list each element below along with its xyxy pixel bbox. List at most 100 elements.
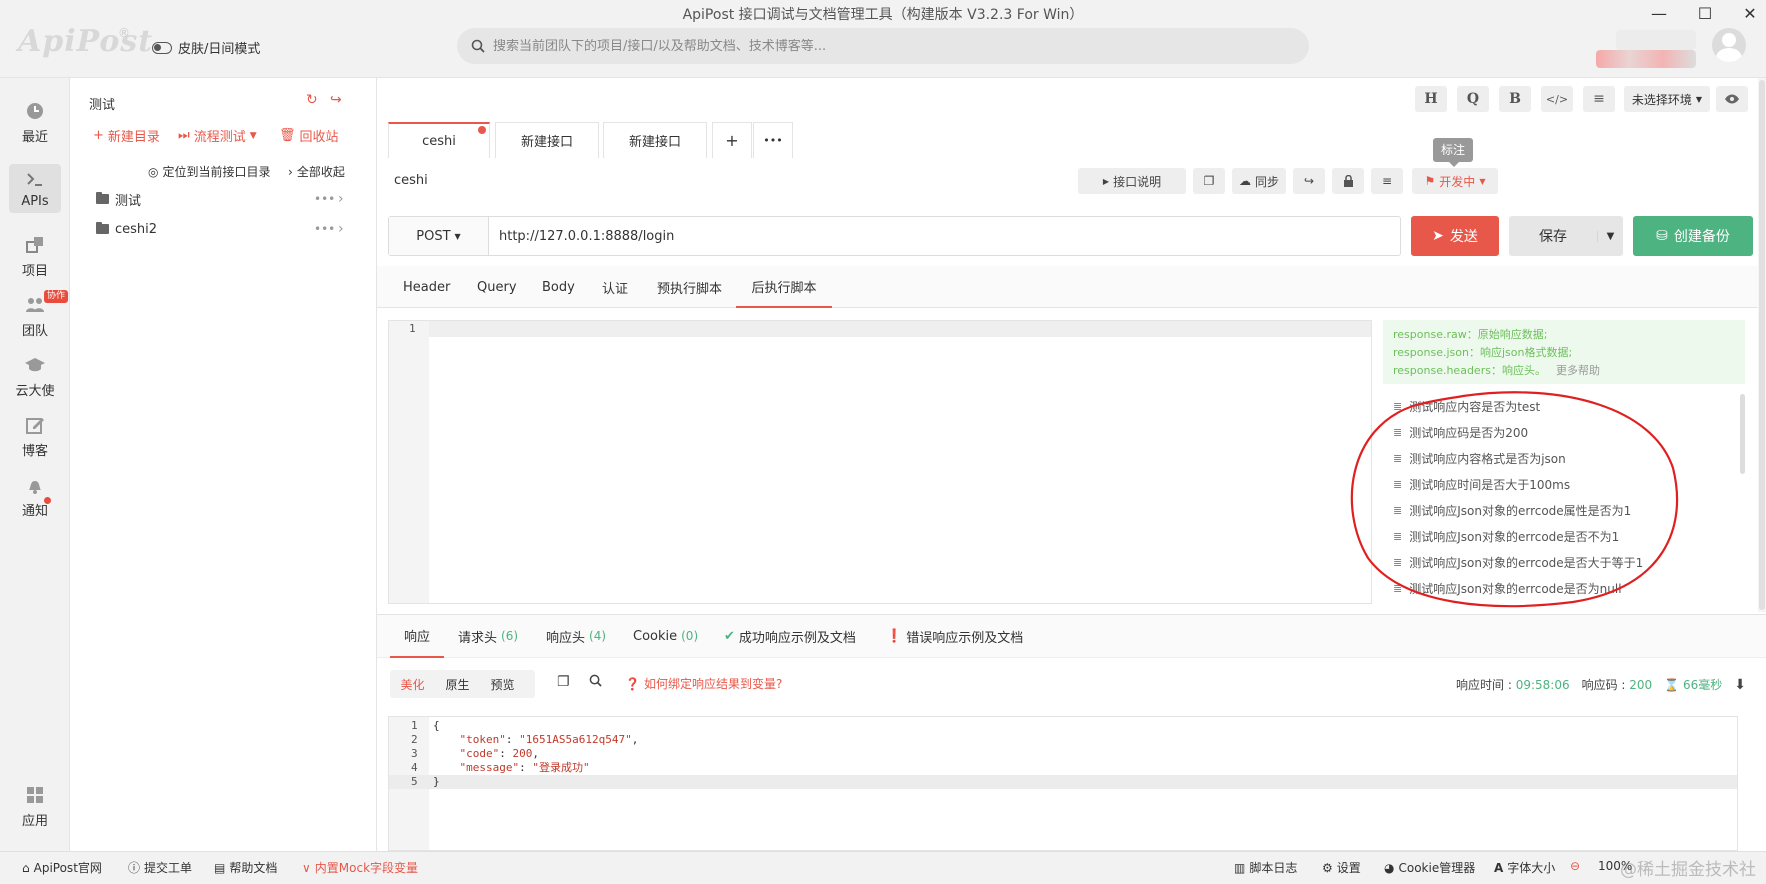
tab-auth[interactable]: 认证 [601, 266, 629, 308]
flow-test-button[interactable]: ⏭ 流程测试 ▼ [178, 126, 257, 145]
heading-button[interactable]: H [1415, 86, 1447, 112]
global-search[interactable] [457, 28, 1309, 64]
tab-error-doc[interactable]: ❗ 错误响应示例及文档 [886, 614, 1023, 658]
locate-current-button[interactable]: ◎ 定位到当前接口目录 [148, 163, 271, 180]
tab-body[interactable]: Body [541, 266, 576, 308]
tab-request-headers[interactable]: 请求头 (6) [458, 614, 518, 658]
sliders-button[interactable]: ≡ [1583, 86, 1615, 112]
main-scrollbar-thumb[interactable] [1759, 80, 1765, 610]
submit-ticket-link[interactable]: ⓘ 提交工单 [128, 859, 192, 876]
search-input[interactable] [493, 38, 1253, 54]
json-key: "message" [459, 761, 520, 774]
tab-success-doc[interactable]: ✔ 成功响应示例及文档 [724, 614, 856, 658]
api-doc-button[interactable]: ▶ 接口说明 [1078, 168, 1186, 194]
code-text: "message": "登录成功" [459, 761, 590, 774]
nav-notify[interactable]: 通知 [0, 474, 70, 519]
copy-icon[interactable]: ❐ [1193, 168, 1225, 194]
save-button[interactable]: 保存 ▼ [1509, 216, 1623, 256]
tab-ceshi[interactable]: ceshi [388, 122, 490, 158]
close-button[interactable]: ✕ [1735, 4, 1765, 24]
tab-new-api[interactable]: 新建接口 [603, 122, 707, 158]
plus-icon: + [93, 128, 104, 143]
nav-blog[interactable]: 博客 [0, 414, 70, 459]
nav-apps[interactable]: 应用 [0, 784, 70, 829]
script-log-button[interactable]: ▥ 脚本日志 [1234, 859, 1297, 876]
refresh-icon[interactable]: ↻ [306, 92, 318, 108]
preview-button[interactable]: 预览 [480, 676, 525, 693]
more-tabs-button[interactable]: ••• [753, 122, 793, 158]
bind-variable-help-link[interactable]: ❓ 如何绑定响应结果到变量? [625, 675, 782, 692]
skin-mode-toggle[interactable]: 皮肤/日间模式 [152, 38, 260, 57]
tree-folder[interactable]: ceshi2 ••• › [70, 214, 376, 244]
code-button[interactable]: </> [1541, 86, 1573, 112]
pretty-button[interactable]: 美化 [390, 676, 435, 693]
add-tab-button[interactable]: + [712, 122, 752, 158]
collapse-all-button[interactable]: › 全部收起 [288, 163, 345, 180]
tab-header[interactable]: Header [402, 266, 451, 308]
copy-icon[interactable]: ❐ [557, 674, 570, 690]
create-backup-button[interactable]: ⛁ 创建备份 [1633, 216, 1753, 256]
recycle-bin-label: 回收站 [299, 130, 339, 145]
more-icon[interactable]: ••• [314, 192, 335, 206]
tree-folder[interactable]: 测试 ••• › [70, 184, 376, 214]
database-icon[interactable]: ≡ [1371, 168, 1403, 194]
caret-down-icon[interactable]: ▼ [1597, 230, 1623, 242]
tab-post-script[interactable]: 后执行脚本 [736, 266, 832, 308]
raw-button[interactable]: 原生 [435, 676, 480, 693]
lock-icon[interactable] [1332, 168, 1364, 194]
nav-project[interactable]: 项目 [0, 234, 70, 279]
help-docs-link[interactable]: ▤ 帮助文档 [214, 859, 277, 876]
minimize-button[interactable]: — [1644, 4, 1674, 24]
nav-ambassador[interactable]: 云大使 [0, 354, 70, 399]
settings-button[interactable]: ⚙ 设置 [1322, 859, 1361, 876]
chevron-right-icon[interactable]: › [338, 191, 344, 207]
nav-apis[interactable]: APIs [9, 164, 61, 213]
snippet-scrollbar[interactable] [1740, 394, 1745, 474]
tab-new-api[interactable]: 新建接口 [495, 122, 599, 158]
search-icon[interactable] [589, 674, 602, 691]
tab-query[interactable]: Query [476, 266, 518, 308]
line-number: 1 [409, 322, 416, 335]
tab-response-headers[interactable]: 响应头 (4) [546, 614, 606, 658]
url-input[interactable] [489, 228, 1389, 244]
unsaved-dot [478, 126, 486, 134]
nav-recent[interactable]: 最近 [0, 100, 70, 145]
response-body[interactable]: 1{ 2 "token": "1651AS5a612q547", 3 "code… [388, 716, 1738, 851]
font-size-button[interactable]: A 字体大小 [1494, 859, 1555, 876]
send-button[interactable]: ➤ 发送 [1411, 216, 1499, 256]
paper-plane-icon: ➤ [1432, 228, 1444, 244]
bold-button[interactable]: B [1499, 86, 1531, 112]
folder-name: ceshi2 [115, 221, 158, 237]
sync-button[interactable]: ☁ 同步 [1232, 168, 1286, 194]
environment-label: 未选择环境 [1631, 92, 1692, 107]
environment-select[interactable]: 未选择环境 ▼ [1624, 86, 1710, 112]
script-editor[interactable]: 1 [388, 320, 1372, 604]
share-icon[interactable]: ↪ [330, 92, 342, 108]
more-icon[interactable]: ••• [314, 222, 335, 236]
cookie-icon: ◕ [1384, 860, 1395, 875]
share-icon[interactable]: ↪ [1293, 168, 1325, 194]
book-icon: ▤ [214, 860, 226, 875]
tab-pre-script[interactable]: 预执行脚本 [656, 266, 723, 308]
maximize-button[interactable]: ☐ [1690, 4, 1720, 24]
recycle-bin-button[interactable]: 🗑 回收站 [279, 126, 339, 145]
tab-response[interactable]: 响应 [390, 614, 444, 658]
more-help-link[interactable]: 更多帮助 [1556, 364, 1600, 377]
new-dir-button[interactable]: + 新建目录 [93, 126, 160, 145]
tab-cookie[interactable]: Cookie (0) [633, 614, 698, 658]
tab-label: 请求头 [458, 630, 498, 646]
official-site-link[interactable]: ⌂ ApiPost官网 [22, 859, 102, 876]
quote-button[interactable]: Q [1457, 86, 1489, 112]
zoom-out-icon[interactable]: ⊖ [1570, 859, 1580, 873]
flow-test-label: 流程测试 [193, 130, 246, 145]
hint-key: response.json [1393, 346, 1469, 359]
status-dropdown[interactable]: ⚑ 开发中 ▼ [1412, 168, 1498, 194]
avatar[interactable] [1712, 28, 1746, 62]
chevron-right-icon[interactable]: › [338, 221, 344, 237]
cookie-manager-button[interactable]: ◕ Cookie管理器 [1384, 859, 1475, 876]
mock-vars-link[interactable]: ∨ 内置Mock字段变量 [302, 859, 418, 876]
download-icon[interactable]: ⬇ [1734, 677, 1746, 693]
official-site-label: ApiPost官网 [33, 861, 102, 875]
method-select[interactable]: POST ▼ [389, 217, 489, 255]
eye-icon[interactable] [1716, 86, 1748, 112]
